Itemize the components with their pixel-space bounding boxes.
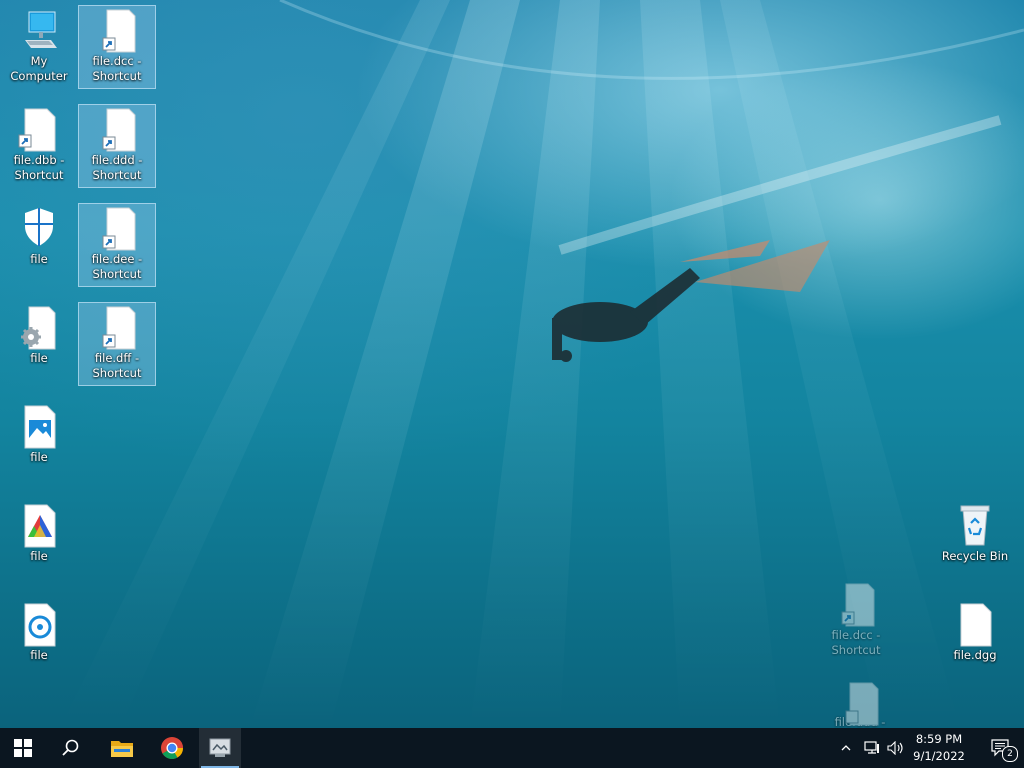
network-button[interactable] xyxy=(860,728,884,768)
settings-file-icon xyxy=(21,306,56,350)
app-window-button[interactable] xyxy=(199,728,241,768)
icon-label: file.dgg xyxy=(953,648,997,662)
diver xyxy=(552,240,830,362)
icon-label: file.ddd - Shortcut xyxy=(91,153,143,182)
app-window-icon xyxy=(209,738,231,757)
computer-icon xyxy=(25,11,57,48)
shortcut-file-icon xyxy=(18,108,56,152)
drag-ghost-file-dcc-shortcut: file.dcc - Shortcut xyxy=(818,580,894,662)
icon-label: file.dcc - Shortcut xyxy=(831,628,881,657)
chrome-icon xyxy=(161,737,183,759)
desktop-icon-file-image[interactable]: file xyxy=(1,402,77,469)
icon-label: file.dbb - Shortcut xyxy=(13,153,65,182)
shortcut-file-icon xyxy=(102,306,136,350)
icon-label: file xyxy=(30,252,48,266)
show-hidden-icons-button[interactable] xyxy=(836,728,856,768)
media-file-icon xyxy=(24,603,56,647)
desktop-icon-file-color[interactable]: file xyxy=(1,501,77,568)
search-button[interactable] xyxy=(48,728,94,768)
desktop-icon-file-settings[interactable]: file xyxy=(1,303,77,370)
clock[interactable]: 8:59 PM 9/1/2022 xyxy=(910,731,968,765)
desktop-icon-file-dee-shortcut[interactable]: file.dee - Shortcut xyxy=(78,203,156,287)
chrome-button[interactable] xyxy=(149,728,195,768)
desktop-icon-file-ddd-shortcut[interactable]: file.ddd - Shortcut xyxy=(78,104,156,188)
taskbar: 8:59 PM 9/1/2022 2 xyxy=(0,728,1024,768)
icon-label: file.dee - Shortcut xyxy=(91,252,143,281)
drag-ghost-file-ddd-shortcut: file.ddd - Shortcut xyxy=(822,679,898,728)
my-computer-icon[interactable]: My Computer xyxy=(1,6,77,88)
desktop-icon-recycle-bin[interactable]: Recycle Bin xyxy=(937,501,1013,568)
blank-file-icon xyxy=(960,603,992,647)
desktop-icon-file-dgg[interactable]: file.dgg xyxy=(937,600,1013,667)
clock-date: 9/1/2022 xyxy=(913,749,965,763)
icon-label: file xyxy=(30,648,48,662)
search-icon xyxy=(62,739,79,756)
image-file-icon xyxy=(24,405,56,449)
shortcut-file-icon xyxy=(102,9,136,53)
recycle-bin-icon xyxy=(960,505,990,546)
start-button[interactable] xyxy=(0,728,46,768)
icon-label: file xyxy=(30,351,48,365)
icon-label: Recycle Bin xyxy=(941,549,1009,563)
desktop-icon-file-shield[interactable]: file xyxy=(1,204,77,271)
clock-time: 8:59 PM xyxy=(915,732,963,746)
icon-label: file xyxy=(30,450,48,464)
shortcut-file-icon xyxy=(102,108,136,152)
shortcut-file-icon xyxy=(102,207,136,251)
icon-label: file xyxy=(30,549,48,563)
shortcut-file-icon xyxy=(845,682,879,726)
file-explorer-icon xyxy=(111,741,133,757)
desktop-icon-file-dcc-shortcut[interactable]: file.dcc - Shortcut xyxy=(78,5,156,89)
volume-button[interactable] xyxy=(884,728,908,768)
notification-count-badge: 2 xyxy=(1002,746,1018,762)
speaker-icon xyxy=(887,741,903,755)
icon-label: file.dcc - Shortcut xyxy=(92,54,142,83)
network-icon xyxy=(864,741,879,754)
color-file-icon xyxy=(24,504,56,548)
shield-icon xyxy=(25,208,53,246)
file-explorer-button[interactable] xyxy=(99,728,145,768)
shortcut-file-icon xyxy=(841,583,875,627)
desktop-icon-file-media[interactable]: file xyxy=(1,600,77,667)
chevron-up-icon xyxy=(841,745,851,751)
action-center-button[interactable]: 2 xyxy=(978,728,1024,768)
windows-logo-icon xyxy=(14,739,32,757)
icon-label: file.dff - Shortcut xyxy=(92,351,142,380)
desktop-icon-file-dbb-shortcut[interactable]: file.dbb - Shortcut xyxy=(1,105,77,187)
icon-label: My Computer xyxy=(10,54,68,83)
desktop-icon-file-dff-shortcut[interactable]: file.dff - Shortcut xyxy=(78,302,156,386)
